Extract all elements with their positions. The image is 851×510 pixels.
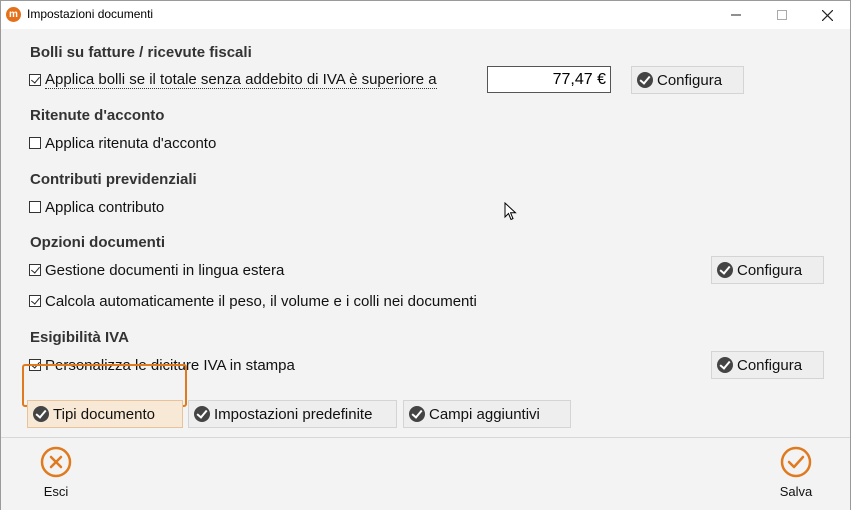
maximize-icon [777, 10, 787, 20]
dialog-window: m Impostazioni documenti Bolli su fattur… [0, 0, 851, 510]
check-circle-icon [33, 406, 49, 422]
bolli-amount-field[interactable]: 77,47 € [487, 66, 611, 93]
check-circle-icon [194, 406, 210, 422]
peso-volume-checkbox[interactable]: Calcola automaticamente il peso, il volu… [29, 292, 477, 310]
esci-label: Esci [43, 484, 69, 499]
button-label: Configura [737, 356, 803, 374]
save-check-circle-icon [780, 446, 812, 478]
esci-button[interactable]: Esci [26, 446, 86, 499]
close-button[interactable] [804, 1, 850, 29]
button-label: Tipi documento [53, 405, 155, 423]
checkbox-box[interactable] [29, 201, 41, 213]
ritenuta-checkbox-label: Applica ritenuta d'acconto [45, 134, 217, 152]
maximize-button[interactable] [759, 1, 805, 29]
iva-configura-button[interactable]: Configura [711, 351, 824, 379]
button-label: Configura [737, 261, 803, 279]
lingua-estera-checkbox-label: Gestione documenti in lingua estera [45, 261, 285, 279]
window-title: Impostazioni documenti [27, 7, 154, 21]
peso-volume-checkbox-label: Calcola automaticamente il peso, il volu… [45, 292, 477, 310]
check-circle-icon [717, 262, 733, 278]
salva-label: Salva [779, 484, 813, 499]
section-title-opzioni: Opzioni documenti [30, 234, 165, 251]
lingua-configura-button[interactable]: Configura [711, 256, 824, 284]
checkbox-box[interactable] [29, 74, 41, 86]
campi-aggiuntivi-button[interactable]: Campi aggiuntivi [403, 400, 571, 428]
button-label: Campi aggiuntivi [429, 405, 540, 423]
cancel-circle-icon [40, 446, 72, 478]
bolli-checkbox-label: Applica bolli se il totale senza addebit… [45, 71, 437, 89]
ritenuta-checkbox[interactable]: Applica ritenuta d'acconto [29, 134, 216, 152]
section-title-contributi: Contributi previdenziali [30, 171, 197, 188]
check-circle-icon [717, 357, 733, 373]
salva-button[interactable]: Salva [766, 446, 826, 499]
title-bar[interactable]: m Impostazioni documenti [1, 1, 850, 29]
checkbox-box[interactable] [29, 295, 41, 307]
checkbox-box[interactable] [29, 264, 41, 276]
contributo-checkbox[interactable]: Applica contributo [29, 198, 164, 216]
button-label: Configura [657, 71, 723, 89]
mouse-pointer-icon [504, 202, 517, 221]
dialog-footer: Esci Salva [1, 437, 850, 510]
settings-panel: Bolli su fatture / ricevute fiscali Appl… [1, 29, 850, 437]
bolli-configura-button[interactable]: Configura [631, 66, 744, 94]
close-icon [821, 9, 833, 21]
bolli-checkbox[interactable]: Applica bolli se il totale senza addebit… [29, 71, 437, 89]
section-title-iva: Esigibilità IVA [30, 329, 129, 346]
button-label: Impostazioni predefinite [214, 405, 373, 423]
impostazioni-predefinite-button[interactable]: Impostazioni predefinite [188, 400, 397, 428]
checkbox-box[interactable] [29, 137, 41, 149]
tipi-documento-button[interactable]: Tipi documento [27, 400, 183, 428]
section-title-ritenute: Ritenute d'acconto [30, 107, 165, 124]
app-logo-icon: m [6, 7, 21, 22]
section-title-bolli: Bolli su fatture / ricevute fiscali [30, 44, 252, 61]
contributo-checkbox-label: Applica contributo [45, 198, 165, 216]
lingua-estera-checkbox[interactable]: Gestione documenti in lingua estera [29, 261, 284, 279]
minimize-button[interactable] [713, 1, 759, 29]
check-circle-icon [637, 72, 653, 88]
minimize-icon [731, 14, 741, 16]
check-circle-icon [409, 406, 425, 422]
